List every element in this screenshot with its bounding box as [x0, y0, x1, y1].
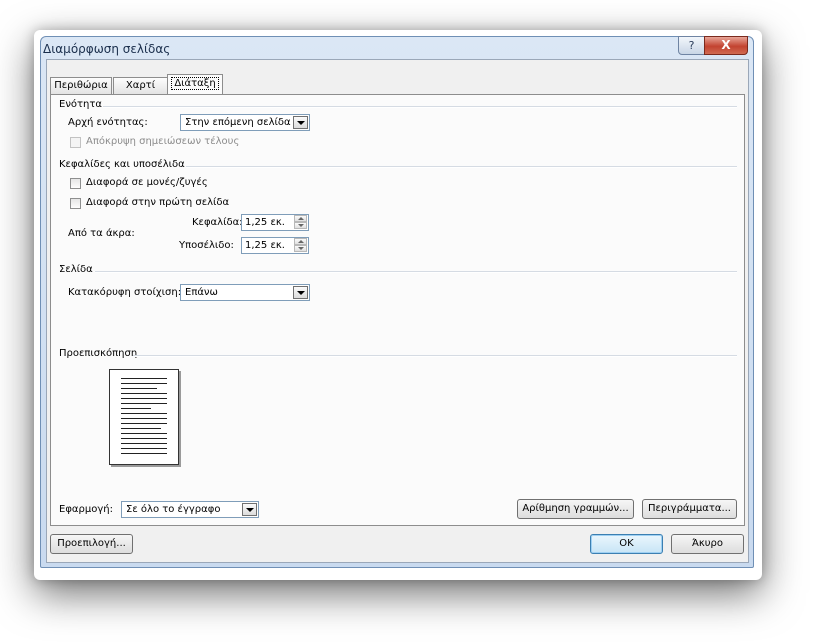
apply-to-value: Σε όλο το έγγραφο	[126, 504, 221, 515]
layout-panel: Ενότητα Αρχή ενότητας: Στην επόμενη σελί…	[50, 94, 745, 526]
suppress-endnotes-checkbox[interactable]	[70, 137, 81, 148]
dialog-client-area: Περιθώρια Χαρτί Διάταξη Ενότητα Αρχή ενό…	[46, 59, 749, 563]
footer-distance-spinner[interactable]: 1,25 εκ.	[241, 237, 309, 254]
from-edge-label: Από τα άκρα:	[68, 228, 135, 239]
page-group-divider	[95, 271, 737, 273]
preview-text-line	[121, 413, 167, 414]
first-page-checkbox[interactable]	[70, 198, 81, 209]
page-setup-dialog: Διαμόρφωση σελίδας ? X Περιθώρια Χαρτί Δ…	[40, 36, 754, 568]
preview-text-line	[121, 423, 167, 424]
preview-group-title: Προεπισκόπηση	[59, 348, 138, 359]
preview-text-line	[121, 433, 167, 434]
spin-up-icon[interactable]	[294, 238, 307, 245]
apply-to-select[interactable]: Σε όλο το έγγραφο	[121, 501, 259, 518]
suppress-endnotes-label: Απόκρυψη σημειώσεων τέλους	[86, 136, 240, 147]
line-numbers-button[interactable]: Αρίθμηση γραμμών...	[517, 499, 634, 519]
vertical-alignment-value: Επάνω	[185, 287, 218, 298]
page-group-title: Σελίδα	[59, 264, 93, 275]
close-button[interactable]: X	[704, 36, 748, 55]
first-page-label: Διαφορά στην πρώτη σελίδα	[86, 197, 230, 208]
tab-paper[interactable]: Χαρτί	[113, 77, 168, 94]
preview-text-line	[121, 388, 157, 389]
section-start-select[interactable]: Στην επόμενη σελίδα	[180, 114, 310, 131]
section-group-title: Ενότητα	[59, 99, 102, 110]
preview-text-line	[121, 408, 151, 409]
preview-text-line	[121, 403, 167, 404]
header-distance-spinner[interactable]: 1,25 εκ.	[241, 214, 309, 231]
footer-distance-value: 1,25 εκ.	[245, 240, 285, 251]
cancel-button[interactable]: Άκυρο	[671, 534, 744, 554]
spin-up-icon[interactable]	[294, 215, 307, 222]
tab-margins-label: Περιθώρια	[54, 80, 108, 91]
tab-layout-label: Διάταξη	[171, 77, 219, 90]
title-bar[interactable]: Διαμόρφωση σελίδας ? X	[41, 36, 753, 59]
preview-text-line	[121, 438, 167, 439]
preview-group-divider	[133, 355, 737, 357]
section-start-value: Στην επόμενη σελίδα	[185, 117, 291, 128]
section-group-divider	[103, 106, 737, 108]
chevron-down-icon[interactable]	[242, 503, 257, 516]
tab-layout[interactable]: Διάταξη	[167, 74, 223, 95]
odd-even-checkbox[interactable]	[70, 178, 81, 189]
vertical-alignment-select[interactable]: Επάνω	[180, 284, 310, 301]
tab-margins[interactable]: Περιθώρια	[50, 77, 112, 94]
headers-group-title: Κεφαλίδες και υποσέλιδα	[59, 159, 185, 170]
vertical-alignment-label: Κατακόρυφη στοίχιση:	[68, 287, 182, 298]
preview-text-line	[121, 418, 167, 419]
preview-text-line	[121, 398, 167, 399]
page-preview-thumbnail	[109, 369, 179, 465]
chevron-down-icon[interactable]	[293, 116, 308, 129]
odd-even-label: Διαφορά σε μονές/ζυγές	[86, 177, 208, 188]
spin-down-icon[interactable]	[294, 245, 307, 252]
section-start-label: Αρχή ενότητας:	[68, 117, 148, 128]
set-as-default-button[interactable]: Προεπιλογή...	[50, 534, 133, 554]
preview-text-line	[121, 453, 167, 454]
help-button[interactable]: ?	[678, 36, 705, 55]
apply-to-label: Εφαρμογή:	[59, 504, 113, 515]
header-distance-value: 1,25 εκ.	[245, 217, 285, 228]
borders-button[interactable]: Περιγράμματα...	[642, 499, 737, 519]
preview-text-line	[121, 393, 167, 394]
headers-group-divider	[186, 166, 737, 168]
preview-text-line	[121, 448, 167, 449]
footer-distance-label: Υποσέλιδο:	[179, 240, 234, 251]
dialog-title: Διαμόρφωση σελίδας	[43, 42, 171, 56]
preview-text-line	[121, 428, 161, 429]
preview-text-line	[121, 378, 167, 379]
preview-text-line	[121, 443, 167, 444]
spin-down-icon[interactable]	[294, 222, 307, 229]
preview-text-line	[121, 383, 167, 384]
chevron-down-icon[interactable]	[293, 286, 308, 299]
ok-button[interactable]: OK	[590, 534, 663, 554]
header-distance-label: Κεφαλίδα:	[192, 217, 243, 228]
tab-paper-label: Χαρτί	[125, 80, 156, 91]
